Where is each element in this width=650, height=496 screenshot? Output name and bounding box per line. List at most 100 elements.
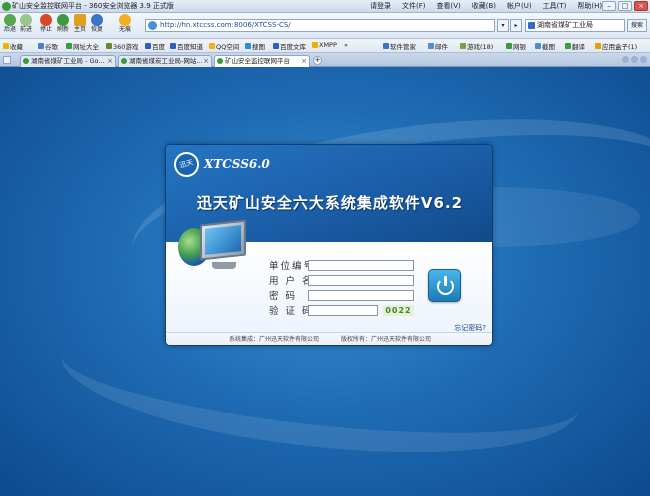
menu-bar: 请登录 文件(F) 查看(V) 收藏(B) 帐户(U) 工具(T) 帮助(H)	[370, 1, 602, 11]
software-icon	[383, 43, 389, 49]
login-panel: 迅天 XTCSS6.0 迅天矿山安全六大系统集成软件V6.2 单位编号 用 户 …	[165, 144, 493, 346]
computer-globe-illustration	[178, 219, 253, 310]
maximize-button[interactable]: □	[618, 1, 632, 11]
page-icon	[217, 58, 223, 64]
menu-login[interactable]: 请登录	[370, 1, 391, 11]
page-icon	[23, 58, 29, 64]
app-box-icon	[595, 43, 601, 49]
captcha-label: 验 证 码	[269, 306, 314, 317]
fav-translate[interactable]: 翻译	[565, 41, 585, 51]
fav-baidu-zhidao[interactable]: 百度知道	[170, 41, 203, 51]
fav-search-image[interactable]: 搜图	[245, 41, 265, 51]
new-tab-button[interactable]: +	[313, 56, 322, 65]
tab-tool-icon[interactable]	[631, 56, 638, 63]
tab-tools	[622, 56, 647, 63]
menu-view[interactable]: 查看(V)	[437, 1, 461, 11]
fav-games[interactable]: 游戏(18)	[460, 41, 493, 51]
xuntian-logo: 迅天	[171, 149, 202, 180]
go-button[interactable]: ▸	[510, 19, 522, 32]
window-title: 矿山安全监控联网平台 - 360安全浏览器 3.9 正式版	[12, 2, 174, 10]
monitor-icon	[200, 219, 246, 261]
close-tab-icon[interactable]: ×	[107, 56, 113, 66]
translate-icon	[565, 43, 571, 49]
qzone-icon	[209, 43, 215, 49]
fav-google[interactable]: 谷歌	[38, 41, 58, 51]
baidu-icon	[273, 43, 279, 49]
username-input[interactable]	[308, 275, 414, 286]
username-label: 用 户 名	[269, 276, 314, 287]
star-icon	[3, 43, 9, 49]
captcha-input[interactable]	[308, 305, 378, 316]
search-text: 湖南省煤矿工业局	[537, 21, 593, 29]
incognito-icon	[119, 14, 131, 26]
tab-hunan-coal-google[interactable]: 湖南省煤矿工业局 - Go... ×	[20, 55, 116, 67]
baidu-icon	[170, 43, 176, 49]
fav-sites[interactable]: 网址大全	[66, 41, 99, 51]
fav-qzone[interactable]: QQ空间	[209, 41, 239, 51]
menu-tools[interactable]: 工具(T)	[543, 1, 567, 11]
incognito-button[interactable]: 无痕	[117, 14, 133, 34]
tab-hunan-coal-site[interactable]: 湖南省煤炭工业局-网站... ×	[118, 55, 212, 67]
search-input[interactable]: 湖南省煤矿工业局	[525, 19, 625, 32]
google-icon	[38, 43, 44, 49]
captcha-image[interactable]: 0022	[383, 305, 414, 316]
product-title: 迅天矿山安全六大系统集成软件V6.2	[196, 194, 464, 212]
monitor-stand	[212, 262, 236, 269]
fav-app-box[interactable]: 应用盒子(1)	[595, 41, 637, 51]
fav-baidu[interactable]: 百度	[145, 41, 165, 51]
fav-more[interactable]: »	[344, 41, 348, 49]
login-footer: 系统集成：广州迅天软件有限公司 版权所有：广州迅天软件有限公司	[166, 332, 492, 345]
forward-button[interactable]: 前进	[18, 14, 34, 34]
address-bar[interactable]: http://hn.xtccss.com:8006/XTCSS-CS/	[145, 19, 495, 32]
fav-baidu-wenku[interactable]: 百度文库	[273, 41, 306, 51]
home-icon	[74, 14, 86, 26]
fav-xmpp[interactable]: XMPP	[312, 41, 337, 49]
menu-account[interactable]: 帐户(U)	[507, 1, 532, 11]
fav-mail[interactable]: 邮件	[428, 41, 448, 51]
tab-list-button[interactable]	[3, 56, 11, 64]
password-input[interactable]	[308, 290, 414, 301]
back-arrow-icon	[4, 14, 16, 26]
bank-icon	[506, 43, 512, 49]
browser-logo-icon	[2, 2, 11, 11]
favorites-bar: 收藏 谷歌 网址大全 360游戏 百度 百度知道 QQ空间 搜图 百度文库 XM…	[0, 39, 650, 53]
fav-screenshot[interactable]: 截图	[535, 41, 555, 51]
game-icon	[106, 43, 112, 49]
scissors-icon	[535, 43, 541, 49]
restore-icon	[91, 14, 103, 26]
window-controls: – □ ×	[602, 1, 648, 11]
browser-titlebar: 矿山安全监控联网平台 - 360安全浏览器 3.9 正式版 请登录 文件(F) …	[0, 0, 650, 13]
page-icon	[121, 58, 127, 64]
password-label: 密 码	[269, 291, 298, 302]
forward-arrow-icon	[20, 14, 32, 26]
menu-file[interactable]: 文件(F)	[402, 1, 426, 11]
address-dropdown-button[interactable]: ▾	[497, 19, 509, 32]
close-button[interactable]: ×	[634, 1, 648, 11]
tab-mine-safety-platform[interactable]: 矿山安全监控联网平台 ×	[214, 55, 310, 67]
sites-icon	[66, 43, 72, 49]
image-icon	[245, 43, 251, 49]
login-button[interactable]	[428, 269, 461, 302]
brand-title: XTCSS6.0	[204, 157, 270, 171]
fav-360game[interactable]: 360游戏	[106, 41, 138, 51]
integrator-text: 系统集成：广州迅天软件有限公司	[229, 336, 320, 343]
menu-help[interactable]: 帮助(H)	[577, 1, 602, 11]
fav-software[interactable]: 软件管家	[383, 41, 416, 51]
search-button[interactable]: 搜索	[627, 19, 647, 32]
tab-tool-icon[interactable]	[640, 56, 647, 63]
copyright-text: 版权所有：广州迅天软件有限公司	[340, 336, 431, 343]
unit-code-input[interactable]	[308, 260, 414, 271]
menu-favorites[interactable]: 收藏(B)	[472, 1, 496, 11]
tab-tool-icon[interactable]	[622, 56, 629, 63]
minimize-button[interactable]: –	[602, 1, 616, 11]
navigation-toolbar: 后退 前进 停止 刷新 主页 恢复 无痕 http://hn.xtccss.co…	[0, 13, 650, 39]
close-tab-icon[interactable]: ×	[203, 56, 209, 66]
page-globe-icon	[148, 21, 157, 30]
close-tab-icon[interactable]: ×	[301, 56, 307, 66]
fav-collect[interactable]: 收藏	[3, 41, 23, 51]
search-engine-icon	[528, 22, 535, 29]
fav-bank[interactable]: 网银	[506, 41, 526, 51]
baidu-icon	[145, 43, 151, 49]
game-icon	[460, 43, 466, 49]
restore-button[interactable]: 恢复	[89, 14, 105, 34]
